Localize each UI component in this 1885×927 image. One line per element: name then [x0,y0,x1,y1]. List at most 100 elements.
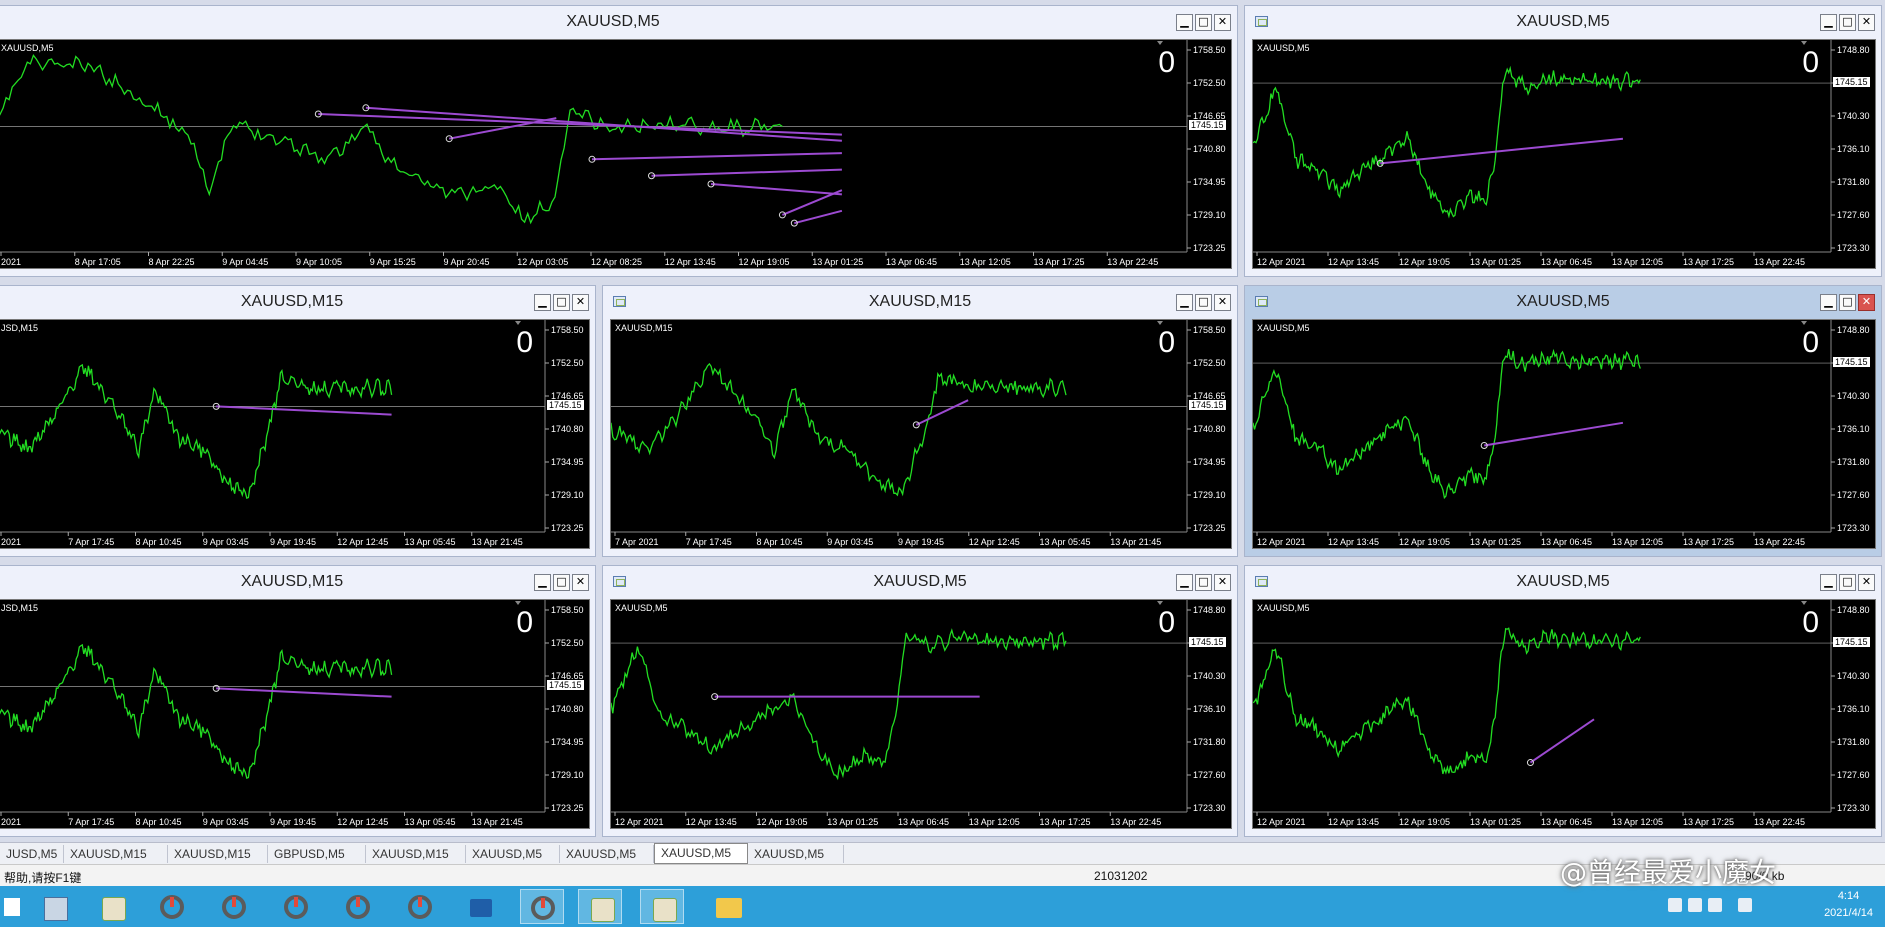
window-titlebar[interactable]: XAUUSD,M5 ▁ □ ✕ [1245,566,1881,600]
price-chart[interactable]: 1758.50 1752.50 1746.65 1740.80 1734.95 1729.… [0,39,1232,269]
chart-window[interactable]: XAUUSD,M5 ▁ □ ✕ 1758.50 1752.50 1746.65 1740.80… [0,5,1238,277]
minimize-button[interactable]: ▁ [534,294,551,311]
x-tick-label: 12 Apr 12:45 [969,537,1020,547]
chart-tab[interactable]: GBPUSD,M5 [268,845,366,863]
tray-volume-icon[interactable] [1708,898,1722,912]
x-tick-label: 12 Apr 2021 [1257,817,1306,827]
chart-tab[interactable]: XAUUSD,M5 [560,845,654,863]
maximize-button[interactable]: □ [1839,574,1856,591]
chart-window[interactable]: XAUUSD,M5▁□✕1748.801744.501740.301736.10… [1244,565,1882,837]
maximize-button[interactable]: □ [1195,294,1212,311]
y-tick-label: 1740.30 [1837,391,1870,401]
taskbar-clock[interactable]: 4:14 2021/4/14 [1824,888,1873,922]
chart-window[interactable]: XAUUSD,M5▁□✕1748.801744.501740.301736.10… [602,565,1238,837]
minimize-button[interactable]: ▁ [1176,14,1193,31]
tray-ime-icon[interactable] [1738,898,1752,912]
y-tick-label: 1731.80 [1837,457,1870,467]
price-chart[interactable]: 1758.50 1752.50 1746.65 1740.80 1734.95 1729.… [0,319,590,549]
gauge-icon [284,895,308,919]
chart-canvas[interactable]: 1748.801744.501740.301736.101731.801727.… [611,600,1232,829]
current-price-tag: 1745.15 [547,400,584,411]
chart-tab[interactable]: XAUUSD,M15 [366,845,466,863]
maximize-button[interactable]: □ [553,574,570,591]
x-tick-label: 13 Apr 05:45 [405,537,456,547]
chart-tab[interactable]: XAUUSD,M5 [466,845,560,863]
chart-canvas[interactable]: 1758.501752.501746.651740.801734.951729.… [0,600,590,829]
minimize-button[interactable]: ▁ [1820,574,1837,591]
close-button[interactable]: ✕ [1214,574,1231,591]
mt4-terminal-icon[interactable] [398,889,442,924]
x-tick-label: 13 Apr 01:25 [1470,257,1521,267]
chart-tab[interactable]: JUSD,M5 [0,845,64,863]
price-chart[interactable]: 1758.50 1752.50 1746.65 1740.80 1734.95 1729.… [0,599,590,829]
mt4-terminal-icon[interactable] [212,889,256,924]
powershell-icon[interactable] [458,889,502,924]
price-chart[interactable]: 1748.801744.501740.301736.101731.801727.… [610,599,1232,829]
chart-window[interactable]: XAUUSD,M5▁□✕1748.801744.501740.301736.10… [1244,5,1882,277]
close-button[interactable]: ✕ [1214,14,1231,31]
x-tick-label: 13 Apr 17:25 [1683,537,1734,547]
tray-network-icon[interactable] [1668,898,1682,912]
people-icon[interactable] [640,889,684,924]
price-chart[interactable]: 1748.801744.501740.301736.101731.801727.… [1252,39,1876,269]
window-titlebar[interactable]: XAUUSD,M5 ▁ □ ✕ [1245,286,1881,320]
price-chart[interactable]: 1748.801744.501740.301736.101731.801727.… [1252,599,1876,829]
close-button[interactable]: ✕ [1858,574,1875,591]
x-tick-label: 13 Apr 05:45 [1040,537,1091,547]
chart-window[interactable]: XAUUSD,M15 ▁ □ ✕ 1758.50 1752.50 1746.65 1740.8… [602,285,1238,557]
chart-tab[interactable]: XAUUSD,M15 [168,845,268,863]
trend-line [915,399,969,426]
chart-tab[interactable]: XAUUSD,M5 [748,845,844,863]
chart-canvas[interactable]: 1748.801744.501740.301736.101731.801727.… [1253,40,1876,269]
people-icon[interactable] [90,889,134,924]
mt4-terminal-icon[interactable] [274,889,318,924]
folder-icon[interactable] [706,889,750,924]
mt4-terminal-icon[interactable] [520,889,564,924]
minimize-button[interactable]: ▁ [534,574,551,591]
y-tick-label: 1748.80 [1837,45,1870,55]
maximize-button[interactable]: □ [1839,14,1856,31]
folder-shape [716,898,742,918]
close-button[interactable]: ✕ [572,574,589,591]
close-button[interactable]: ✕ [1858,294,1875,311]
chart-canvas[interactable]: 1748.801744.501740.301736.101731.801727.… [1253,320,1876,549]
close-button[interactable]: ✕ [572,294,589,311]
maximize-button[interactable]: □ [553,294,570,311]
chart-window[interactable]: XAUUSD,M5▁□✕1748.801744.501740.301736.10… [1244,285,1882,557]
close-button[interactable]: ✕ [1858,14,1875,31]
chart-canvas[interactable]: 1758.501752.501746.651740.801734.951729.… [0,320,590,549]
chart-tab[interactable]: XAUUSD,M15 [64,845,168,863]
maximize-button[interactable]: □ [1195,574,1212,591]
window-titlebar[interactable]: XAUUSD,M15 ▁ □ ✕ [0,286,595,320]
maximize-button[interactable]: □ [1839,294,1856,311]
chart-canvas[interactable]: 1748.801744.501740.301736.101731.801727.… [1253,600,1876,829]
x-tick-label: 12 Apr 19:05 [1399,257,1450,267]
mt4-terminal-icon[interactable] [150,889,194,924]
server-manager-icon[interactable] [34,889,78,924]
chart-tab[interactable]: XAUUSD,M5 [654,843,748,864]
mt4-terminal-icon[interactable] [336,889,380,924]
minimize-button[interactable]: ▁ [1176,294,1193,311]
window-titlebar[interactable]: XAUUSD,M15 ▁ □ ✕ [0,566,595,600]
trend-line [318,112,842,136]
maximize-button[interactable]: □ [1195,14,1212,31]
price-chart[interactable]: 1748.801744.501740.301736.101731.801727.… [1252,319,1876,549]
people-shape [591,898,615,922]
minimize-button[interactable]: ▁ [1820,14,1837,31]
chart-window[interactable]: XAUUSD,M15 ▁ □ ✕ 1758.50 1752.50 1746.65 1740.8… [0,285,596,557]
people-icon[interactable] [578,889,622,924]
close-button[interactable]: ✕ [1214,294,1231,311]
minimize-button[interactable]: ▁ [1176,574,1193,591]
price-chart[interactable]: 1758.50 1752.50 1746.65 1740.80 1734.95 1729.… [610,319,1232,549]
trend-line [794,209,843,225]
window-titlebar[interactable]: XAUUSD,M5 ▁ □ ✕ [603,566,1237,600]
chart-window[interactable]: XAUUSD,M15 ▁ □ ✕ 1758.50 1752.50 1746.65 1740.8… [0,565,596,837]
chart-canvas[interactable]: 1758.501752.501746.651740.801734.951729.… [0,40,1232,269]
window-titlebar[interactable]: XAUUSD,M5 ▁ □ ✕ [0,6,1237,40]
chart-canvas[interactable]: 1758.501752.501746.651740.801734.951729.… [611,320,1232,549]
minimize-button[interactable]: ▁ [1820,294,1837,311]
window-titlebar[interactable]: XAUUSD,M15 ▁ □ ✕ [603,286,1237,320]
tray-flag-icon[interactable] [1688,898,1702,912]
chart-symbol-label: XAUUSD,M5 [615,603,668,613]
window-titlebar[interactable]: XAUUSD,M5 ▁ □ ✕ [1245,6,1881,40]
